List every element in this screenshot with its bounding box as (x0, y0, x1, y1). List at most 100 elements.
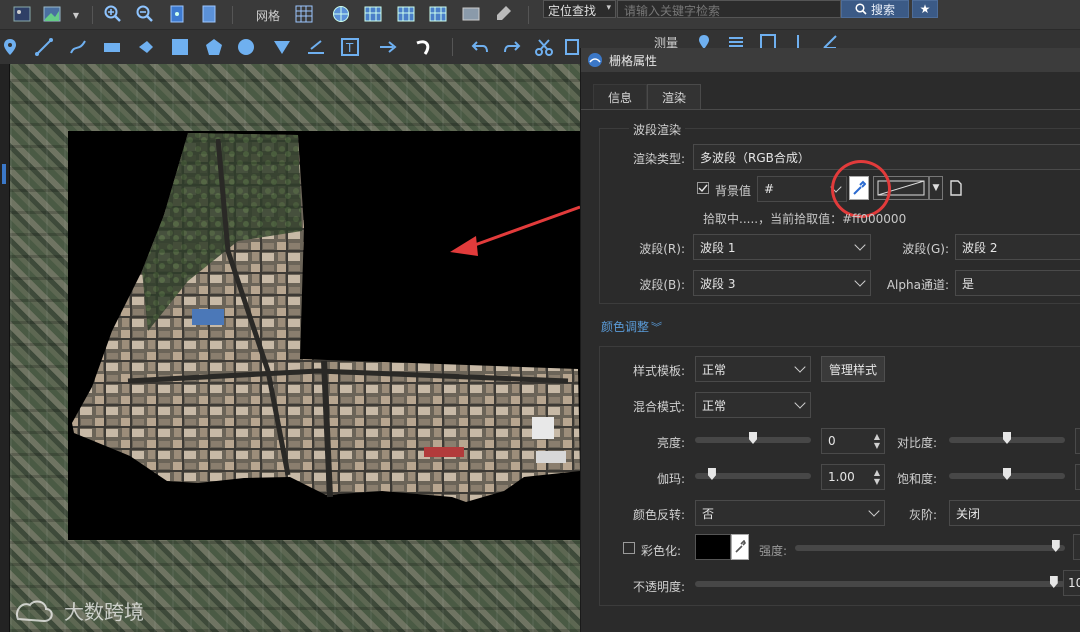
opacity-slider[interactable] (695, 576, 1065, 588)
copy-icon[interactable] (562, 37, 582, 57)
square-icon[interactable] (170, 37, 190, 57)
brightness-label: 亮度: (656, 436, 685, 450)
raster-properties-panel: 栅格属性 信息 渲染 波段渲染 渲染类型: 多波段（RGB合成） 背景值 # ▼… (580, 48, 1080, 632)
opacity-label: 不透明度: (632, 580, 685, 594)
color-adjust-toggle[interactable]: 颜色调整 ︾ (601, 318, 662, 335)
chevron-down-icon[interactable]: ▼ (66, 5, 86, 25)
band-r-select[interactable]: 波段 1 (693, 234, 871, 260)
invert-label: 颜色反转: (632, 508, 685, 522)
app-logo-icon (588, 53, 602, 67)
grid-type-c-icon[interactable] (428, 4, 448, 24)
favorite-button[interactable]: ★ (912, 0, 938, 18)
contrast-spinbox[interactable] (1075, 428, 1080, 454)
opacity-spinbox[interactable]: 10 (1063, 570, 1080, 596)
contrast-slider[interactable] (949, 432, 1065, 444)
gamma-label: 伽玛: (656, 472, 685, 486)
swatch-dropdown[interactable]: ▼ (929, 176, 943, 200)
brightness-value: 0 (828, 434, 836, 448)
toolbar-divider (232, 6, 233, 24)
map-view[interactable]: 大数跨境 (10, 64, 580, 632)
rectangle-icon[interactable] (102, 37, 122, 57)
annotation-arrow (450, 205, 580, 256)
chevron-down-icon (794, 397, 806, 409)
curved-arrow-icon[interactable] (414, 37, 434, 57)
clear-brush-icon[interactable] (493, 4, 513, 24)
brightness-slider[interactable] (695, 432, 811, 444)
measure-line-icon[interactable] (306, 37, 326, 57)
grayscale-select[interactable]: 关闭 (949, 500, 1080, 526)
blend-mode-select[interactable]: 正常 (695, 392, 811, 418)
globe-grid-icon[interactable] (331, 4, 351, 24)
search-input[interactable]: 请输入关键字检索 (617, 0, 841, 18)
triangle-icon[interactable] (272, 37, 292, 57)
pentagon-icon[interactable] (204, 37, 224, 57)
chevron-down-icon: ▾ (606, 3, 611, 13)
band-render-title: 波段渲染 (629, 121, 686, 138)
style-template-select[interactable]: 正常 (695, 356, 811, 382)
tab-render[interactable]: 渲染 (647, 84, 702, 110)
alpha-select[interactable]: 是 (955, 270, 1080, 296)
intensity-slider[interactable] (795, 540, 1065, 552)
undo-icon[interactable] (470, 37, 490, 57)
search-button[interactable]: 搜索 (841, 0, 909, 18)
intensity-spinbox[interactable] (1073, 534, 1080, 560)
panel-titlebar: 栅格属性 (581, 48, 1080, 72)
panel-title: 栅格属性 (609, 53, 658, 68)
colorize-color-swatch[interactable] (695, 534, 731, 560)
left-dock-strip (0, 64, 10, 632)
background-label: 背景值 (715, 184, 752, 198)
arrow-right-icon[interactable] (378, 37, 398, 57)
redo-icon[interactable] (502, 37, 522, 57)
grid-icon[interactable] (294, 4, 314, 24)
curve-icon[interactable] (68, 37, 88, 57)
background-checkbox[interactable] (697, 182, 709, 194)
watermark: 大数跨境 (12, 596, 144, 625)
grid-type-b-icon[interactable] (396, 4, 416, 24)
grayscale-value: 关闭 (956, 506, 981, 521)
tab-info[interactable]: 信息 (593, 84, 648, 110)
band-g-select[interactable]: 波段 2 (955, 234, 1080, 260)
opacity-slider-thumb[interactable] (1049, 576, 1058, 588)
manage-style-button[interactable]: 管理样式 (821, 356, 885, 382)
gamma-slider-thumb[interactable] (707, 468, 716, 480)
arrow-shape-icon[interactable] (136, 37, 156, 57)
contrast-label: 对比度: (896, 436, 937, 450)
screenshot-icon[interactable] (461, 4, 481, 24)
grid-type-a-icon[interactable] (363, 4, 383, 24)
grid-label[interactable]: 网格 (256, 7, 280, 24)
search-placeholder: 请输入关键字检索 (624, 4, 721, 18)
layer-image-icon[interactable] (42, 4, 62, 24)
band-r-value: 波段 1 (700, 240, 736, 255)
full-extent-icon[interactable] (167, 4, 187, 24)
intensity-slider-thumb[interactable] (1051, 540, 1060, 552)
invert-select[interactable]: 否 (695, 500, 885, 526)
background-value: # (764, 182, 775, 196)
map-pin-icon[interactable] (0, 37, 20, 57)
band-b-select[interactable]: 波段 3 (693, 270, 871, 296)
brightness-slider-thumb[interactable] (749, 432, 757, 444)
colorize-checkbox[interactable] (623, 542, 635, 554)
image-icon[interactable] (12, 4, 32, 24)
copy-value-icon[interactable] (949, 180, 963, 199)
locate-select[interactable]: 定位查找 ▾ (543, 0, 616, 18)
gamma-spinbox[interactable]: 1.00 ▲ ▼ (821, 464, 885, 490)
chevron-down-icon (854, 239, 866, 251)
zoom-in-icon[interactable] (103, 4, 123, 24)
toolbar-divider (92, 6, 93, 24)
zoom-out-icon[interactable] (135, 4, 155, 24)
saturation-slider[interactable] (949, 468, 1065, 480)
toolbar-divider (452, 38, 453, 56)
scissors-icon[interactable] (534, 37, 554, 57)
brightness-spinbox[interactable]: 0 ▲ ▼ (821, 428, 885, 454)
toolbar-divider (528, 6, 529, 24)
circle-icon[interactable] (236, 37, 256, 57)
gamma-slider[interactable] (695, 468, 811, 480)
page-icon[interactable] (199, 4, 219, 24)
contrast-slider-thumb[interactable] (1003, 432, 1011, 444)
saturation-slider-thumb[interactable] (1003, 468, 1011, 480)
text-box-icon[interactable]: T (340, 37, 360, 57)
render-type-select[interactable]: 多波段（RGB合成） (693, 144, 1080, 170)
polyline-icon[interactable] (34, 37, 54, 57)
saturation-spinbox[interactable] (1075, 464, 1080, 490)
chevron-down-icon (854, 275, 866, 287)
